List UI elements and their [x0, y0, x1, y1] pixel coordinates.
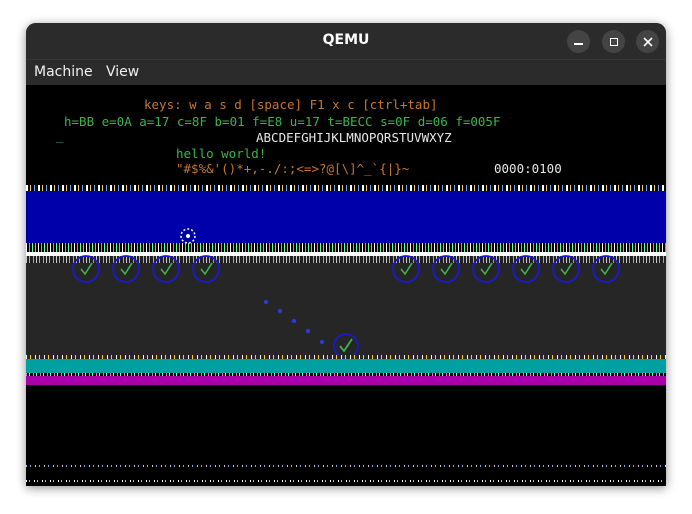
menu-bar: Machine View — [26, 59, 666, 85]
noise-strip — [26, 480, 666, 482]
minimize-icon — [574, 43, 583, 45]
ring-row-right — [392, 255, 620, 283]
cyan-band — [26, 359, 666, 373]
maximize-button[interactable] — [602, 30, 625, 53]
noise-strip — [26, 465, 666, 467]
qemu-window: QEMU Machine View keys: w a s d [space] … — [26, 23, 666, 486]
close-icon — [642, 36, 653, 47]
minimize-button[interactable] — [567, 30, 590, 53]
ring-checkmarks — [80, 262, 613, 276]
white-sprite — [180, 228, 196, 244]
magenta-band — [26, 376, 666, 385]
menu-view[interactable]: View — [106, 64, 139, 80]
trajectory-dots — [263, 299, 325, 345]
title-bar[interactable]: QEMU — [26, 23, 666, 59]
guest-display[interactable]: keys: w a s d [space] F1 x c [ctrl+tab] … — [26, 85, 666, 486]
close-button[interactable] — [636, 30, 659, 53]
ring-row-left — [72, 255, 220, 283]
sprite-layer — [72, 228, 620, 359]
maximize-icon — [609, 37, 618, 46]
menu-machine[interactable]: Machine — [34, 64, 93, 80]
